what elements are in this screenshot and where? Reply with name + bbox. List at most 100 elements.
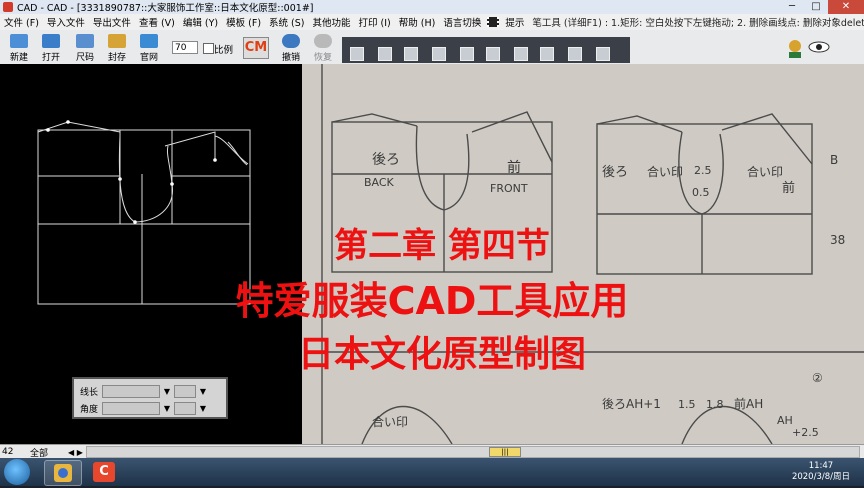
menu-file[interactable]: 文件 (F) bbox=[0, 15, 43, 29]
svg-text:BACK: BACK bbox=[364, 176, 395, 189]
menu-view[interactable]: 查看 (V) bbox=[135, 15, 179, 29]
minimize-button[interactable]: ─ bbox=[780, 0, 804, 14]
redo-icon bbox=[314, 34, 332, 48]
system-clock[interactable]: 11:47 2020/3/8/周日 bbox=[792, 461, 850, 483]
user-eye-icons[interactable] bbox=[785, 36, 833, 60]
svg-text:2.5: 2.5 bbox=[694, 164, 712, 177]
folder-icon bbox=[42, 34, 60, 48]
open-label: 打开 bbox=[41, 53, 60, 63]
menu-import[interactable]: 导入文件 bbox=[43, 15, 89, 29]
svg-text:AH: AH bbox=[777, 414, 793, 427]
tool-blank-icon[interactable] bbox=[568, 47, 582, 61]
maximize-button[interactable]: □ bbox=[804, 0, 828, 14]
length-dropdown-icon[interactable]: ▼ bbox=[162, 386, 172, 397]
svg-text:+2.5: +2.5 bbox=[792, 426, 819, 439]
angle-input[interactable] bbox=[102, 401, 160, 415]
ratio-checkbox[interactable] bbox=[203, 43, 214, 54]
ratio-label: 比例 bbox=[214, 45, 234, 56]
svg-text:FRONT: FRONT bbox=[490, 182, 528, 195]
menu-system[interactable]: 系统 (S) bbox=[265, 15, 308, 29]
save-label: 封存 bbox=[107, 53, 126, 63]
new-label: 新建 bbox=[9, 53, 28, 63]
all-pages-tab[interactable]: 全部 bbox=[30, 446, 68, 459]
scrollbar-thumb[interactable]: ||| bbox=[489, 447, 521, 457]
new-button[interactable]: 新建 bbox=[4, 32, 34, 63]
svg-text:合い印: 合い印 bbox=[372, 414, 408, 429]
menu-print[interactable]: 打印 (I) bbox=[355, 15, 395, 29]
size-label: 尺码 bbox=[75, 53, 94, 63]
angle-label: 角度 bbox=[80, 404, 99, 415]
menu-bar: 文件 (F) 导入文件 导出文件 查看 (V) 编辑 (Y) 模板 (F) 系统… bbox=[0, 14, 864, 30]
size-button[interactable]: 尺码 bbox=[70, 32, 100, 63]
angle-unit-input[interactable] bbox=[174, 401, 196, 415]
tool-doc-icon[interactable] bbox=[540, 47, 554, 61]
menu-export[interactable]: 导出文件 bbox=[89, 15, 135, 29]
menu-template[interactable]: 模板 (F) bbox=[222, 15, 265, 29]
tool-search-icon[interactable] bbox=[514, 47, 528, 61]
line-params-panel: 线长 ▼ ▼ 角度 ▼ ▼ bbox=[72, 377, 228, 419]
tool-star-icon[interactable] bbox=[404, 47, 418, 61]
title-bar: CAD - CAD - [3331890787::大家服饰工作室::日本文化原型… bbox=[0, 0, 864, 14]
tip-text: 笔工具 (详细F1) : 1.矩形: 空白处按下左键拖动; 2. 删除画线点: … bbox=[532, 18, 864, 29]
horizontal-scrollbar[interactable]: ||| bbox=[86, 446, 860, 458]
svg-text:0.5: 0.5 bbox=[692, 186, 710, 199]
menu-language[interactable]: 语言切换 bbox=[439, 15, 485, 29]
length-unit-dropdown-icon[interactable]: ▼ bbox=[198, 386, 208, 397]
cad-app-icon: C bbox=[93, 462, 115, 482]
clock-time: 11:47 bbox=[808, 461, 834, 471]
scale-input[interactable]: 70 bbox=[172, 41, 198, 54]
svg-text:合い印: 合い印 bbox=[747, 164, 783, 179]
overlay-chapter-title: 第二章 第四节 bbox=[334, 226, 550, 266]
website-button[interactable]: 官网 bbox=[134, 32, 164, 63]
save-button[interactable]: 封存 bbox=[102, 32, 132, 63]
new-file-icon bbox=[10, 34, 28, 48]
website-label: 官网 bbox=[139, 53, 158, 63]
svg-text:前: 前 bbox=[507, 159, 521, 176]
lock-icon bbox=[108, 34, 126, 48]
window-controls: ─ □ ✕ bbox=[780, 0, 864, 14]
start-button[interactable] bbox=[4, 459, 30, 485]
taskbar-app-cad[interactable]: C bbox=[86, 460, 122, 484]
page-number: 42 bbox=[2, 447, 14, 457]
svg-text:前: 前 bbox=[782, 180, 795, 196]
menu-other[interactable]: 其他功能 bbox=[309, 15, 355, 29]
undo-label: 撤销 bbox=[281, 53, 300, 63]
tool-extra-icon[interactable] bbox=[596, 47, 610, 61]
angle-unit-dropdown-icon[interactable]: ▼ bbox=[198, 403, 208, 414]
taskbar-app-paint[interactable] bbox=[44, 460, 82, 486]
tool-grid-icon[interactable] bbox=[432, 47, 446, 61]
window-title: CAD - CAD - [3331890787::大家服饰工作室::日本文化原型… bbox=[17, 3, 314, 14]
length-unit-input[interactable] bbox=[174, 384, 196, 398]
svg-text:後ろ: 後ろ bbox=[602, 165, 628, 180]
tool-f-icon[interactable] bbox=[486, 47, 500, 61]
angle-row: 角度 ▼ ▼ bbox=[80, 401, 208, 415]
svg-text:1.5: 1.5 bbox=[678, 398, 696, 411]
size-chart-icon bbox=[76, 34, 94, 48]
svg-text:合い印: 合い印 bbox=[647, 164, 683, 179]
length-input[interactable] bbox=[102, 384, 160, 398]
tool-arrow-icon[interactable] bbox=[378, 47, 392, 61]
svg-text:後ろ: 後ろ bbox=[372, 152, 400, 168]
drawing-tool-group bbox=[342, 37, 630, 63]
tool-list-icon[interactable] bbox=[350, 47, 364, 61]
redo-button[interactable]: 恢复 bbox=[308, 32, 338, 63]
paint-icon bbox=[54, 464, 72, 482]
tool-box-icon[interactable] bbox=[460, 47, 474, 61]
right-tools bbox=[785, 36, 833, 60]
home-icon bbox=[140, 34, 158, 48]
menu-help[interactable]: 帮助 (H) bbox=[395, 15, 440, 29]
clock-date: 2020/3/8/周日 bbox=[791, 472, 850, 482]
menu-edit[interactable]: 编辑 (Y) bbox=[179, 15, 222, 29]
overlay-course-title: 特爱服装CAD工具应用 bbox=[235, 279, 629, 323]
page-tab-bar: 42 全部 ◀ ▶ ||| bbox=[0, 444, 864, 459]
tab-scroll-arrows-icon[interactable]: ◀ ▶ bbox=[68, 448, 86, 457]
redo-label: 恢复 bbox=[313, 53, 332, 63]
svg-text:B: B bbox=[830, 153, 838, 167]
tip-label: 提示 bbox=[505, 18, 525, 29]
taskbar: C 11:47 2020/3/8/周日 bbox=[0, 458, 864, 486]
angle-dropdown-icon[interactable]: ▼ bbox=[162, 403, 172, 414]
cm-unit-button[interactable]: CM bbox=[243, 37, 269, 59]
close-button[interactable]: ✕ bbox=[828, 0, 864, 14]
open-button[interactable]: 打开 bbox=[36, 32, 66, 63]
undo-button[interactable]: 撤销 bbox=[276, 32, 306, 63]
